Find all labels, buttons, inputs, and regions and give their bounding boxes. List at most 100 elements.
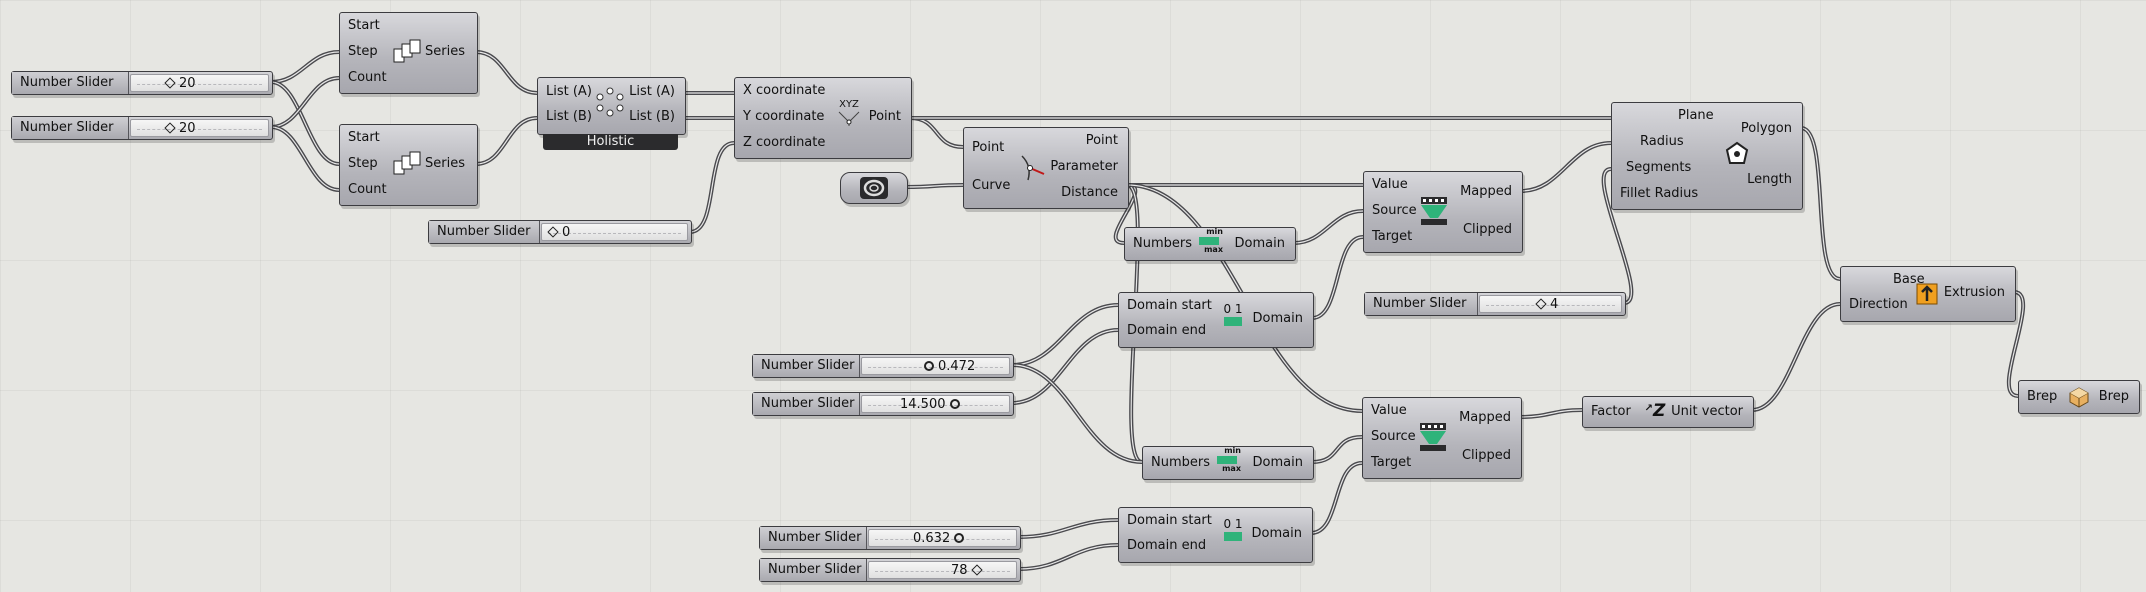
input-point[interactable]: Point xyxy=(972,140,1004,156)
series-component-b[interactable]: Start Step Count Series xyxy=(339,124,478,206)
slider-knob-icon[interactable] xyxy=(924,360,934,371)
number-slider-segments[interactable]: Number Slider 4 xyxy=(1364,292,1626,316)
input-x-coordinate[interactable]: X coordinate xyxy=(743,83,825,99)
output-domain[interactable]: Domain xyxy=(1253,311,1303,327)
input-target[interactable]: Target xyxy=(1372,229,1412,245)
number-slider-domain-end-b[interactable]: Number Slider 78 xyxy=(759,558,1021,582)
cross-reference-component[interactable]: List (A) List (B) List (A) List (B) xyxy=(537,77,686,135)
slider-knob-icon[interactable] xyxy=(164,121,176,134)
input-y-coordinate[interactable]: Y coordinate xyxy=(743,109,824,125)
input-z-coordinate[interactable]: Z coordinate xyxy=(743,135,825,151)
output-distance[interactable]: Distance xyxy=(1061,185,1118,201)
input-domain-start[interactable]: Domain start xyxy=(1127,298,1212,314)
input-count[interactable]: Count xyxy=(348,182,387,198)
input-value[interactable]: Value xyxy=(1372,177,1408,193)
number-slider-step-b[interactable]: Number Slider 20 xyxy=(11,116,273,140)
input-domain-end[interactable]: Domain end xyxy=(1127,323,1206,339)
slider-track[interactable]: 20 xyxy=(130,119,269,137)
polygon-component[interactable]: Plane Radius Segments Fillet Radius Poly… xyxy=(1611,102,1803,210)
input-step[interactable]: Step xyxy=(348,156,378,172)
output-domain[interactable]: Domain xyxy=(1252,526,1302,542)
construct-domain-component-a[interactable]: Domain start Domain end 0 1 Domain xyxy=(1118,292,1314,348)
input-start[interactable]: Start xyxy=(348,130,380,146)
slider-track[interactable]: 78 xyxy=(868,561,1017,579)
input-target[interactable]: Target xyxy=(1371,455,1411,471)
slider-knob-icon[interactable] xyxy=(949,398,960,409)
output-clipped[interactable]: Clipped xyxy=(1463,222,1512,238)
output-series[interactable]: Series xyxy=(425,156,465,172)
input-count[interactable]: Count xyxy=(348,70,387,86)
input-source[interactable]: Source xyxy=(1371,429,1416,445)
input-numbers[interactable]: Numbers xyxy=(1151,455,1210,471)
output-point[interactable]: Point xyxy=(1086,133,1118,149)
slider-track[interactable]: 4 xyxy=(1479,295,1622,313)
number-slider-z[interactable]: Number Slider 0 xyxy=(428,220,692,244)
output-unit-vector[interactable]: Unit vector xyxy=(1671,404,1743,420)
input-domain-start[interactable]: Domain start xyxy=(1127,513,1212,529)
holistic-mode-label[interactable]: Holistic xyxy=(543,134,678,150)
number-slider-domain-start-a[interactable]: Number Slider 0.472 xyxy=(752,354,1014,378)
output-clipped[interactable]: Clipped xyxy=(1462,448,1511,464)
input-direction[interactable]: Direction xyxy=(1849,297,1908,313)
slider-knob-icon[interactable] xyxy=(970,563,983,576)
input-source[interactable]: Source xyxy=(1372,203,1417,219)
construct-point-component[interactable]: X coordinate Y coordinate Z coordinate X… xyxy=(734,77,912,159)
output-length[interactable]: Length xyxy=(1747,172,1792,188)
curve-closest-point-component[interactable]: Point Curve Point Parameter Distance xyxy=(963,127,1129,209)
input-list-b[interactable]: List (B) xyxy=(546,109,592,125)
brep-parameter[interactable]: Brep Brep xyxy=(2018,380,2140,414)
input-fillet-radius[interactable]: Fillet Radius xyxy=(1620,186,1698,202)
remap-icon xyxy=(1421,197,1447,225)
slider-knob-icon[interactable] xyxy=(547,225,559,238)
input-segments[interactable]: Segments xyxy=(1626,160,1691,176)
slider-track[interactable]: 0 xyxy=(541,223,688,241)
slider-track[interactable]: 14.500 xyxy=(861,395,1010,413)
number-slider-domain-start-b[interactable]: Number Slider 0.632 xyxy=(759,526,1021,550)
input-domain-end[interactable]: Domain end xyxy=(1127,538,1206,554)
remap-icon xyxy=(1420,423,1446,451)
output-list-b[interactable]: List (B) xyxy=(629,109,675,125)
slider-track[interactable]: 20 xyxy=(130,74,269,92)
output-domain[interactable]: Domain xyxy=(1235,236,1285,252)
input-plane[interactable]: Plane xyxy=(1678,108,1714,124)
output-list-a[interactable]: List (A) xyxy=(629,84,675,100)
wire-highlight-4 xyxy=(475,51,538,94)
remap-numbers-component-b[interactable]: Value Source Target Mapped Clipped xyxy=(1362,397,1522,479)
number-slider-domain-end-a[interactable]: Number Slider 14.500 xyxy=(752,392,1014,416)
slider-track[interactable]: 0.632 xyxy=(868,529,1017,547)
output-domain[interactable]: Domain xyxy=(1253,455,1303,471)
slider-knob-icon[interactable] xyxy=(164,76,176,89)
slider-knob-icon[interactable] xyxy=(954,532,965,543)
remap-numbers-component-a[interactable]: Value Source Target Mapped Clipped xyxy=(1363,171,1523,253)
output-series[interactable]: Series xyxy=(425,44,465,60)
output-polygon[interactable]: Polygon xyxy=(1741,121,1792,137)
input-start[interactable]: Start xyxy=(348,18,380,34)
unit-z-component[interactable]: Factor ↗Z Unit vector xyxy=(1582,396,1754,428)
construct-domain-component-b[interactable]: Domain start Domain end 0 1 Domain xyxy=(1118,507,1313,563)
input-radius[interactable]: Radius xyxy=(1640,134,1684,150)
input-curve[interactable]: Curve xyxy=(972,178,1010,194)
input-numbers[interactable]: Numbers xyxy=(1133,236,1192,252)
input-factor[interactable]: Factor xyxy=(1591,404,1631,420)
slider-track[interactable]: 0.472 xyxy=(861,357,1010,375)
output-parameter[interactable]: Parameter xyxy=(1050,159,1118,175)
output-mapped[interactable]: Mapped xyxy=(1459,410,1511,426)
output-brep[interactable]: Brep xyxy=(2099,389,2129,405)
output-extrusion[interactable]: Extrusion xyxy=(1944,285,2005,301)
bounds-component-b[interactable]: Numbers min max Domain xyxy=(1142,446,1314,480)
wire-highlight-8 xyxy=(689,142,735,233)
bounds-component-a[interactable]: Numbers min max Domain xyxy=(1124,227,1296,261)
slider-label: Number Slider xyxy=(429,221,540,243)
curve-param-component[interactable] xyxy=(840,172,908,204)
cross-reference-icon xyxy=(596,87,624,117)
output-point[interactable]: Point xyxy=(869,109,901,125)
input-value[interactable]: Value xyxy=(1371,403,1407,419)
number-slider-step-a[interactable]: Number Slider 20 xyxy=(11,71,273,95)
slider-knob-icon[interactable] xyxy=(1535,297,1547,310)
input-brep[interactable]: Brep xyxy=(2027,389,2057,405)
series-component-a[interactable]: Start Step Count Series xyxy=(339,12,478,94)
extrude-component[interactable]: Base Direction Extrusion xyxy=(1840,266,2016,322)
input-list-a[interactable]: List (A) xyxy=(546,84,592,100)
input-step[interactable]: Step xyxy=(348,44,378,60)
output-mapped[interactable]: Mapped xyxy=(1460,184,1512,200)
